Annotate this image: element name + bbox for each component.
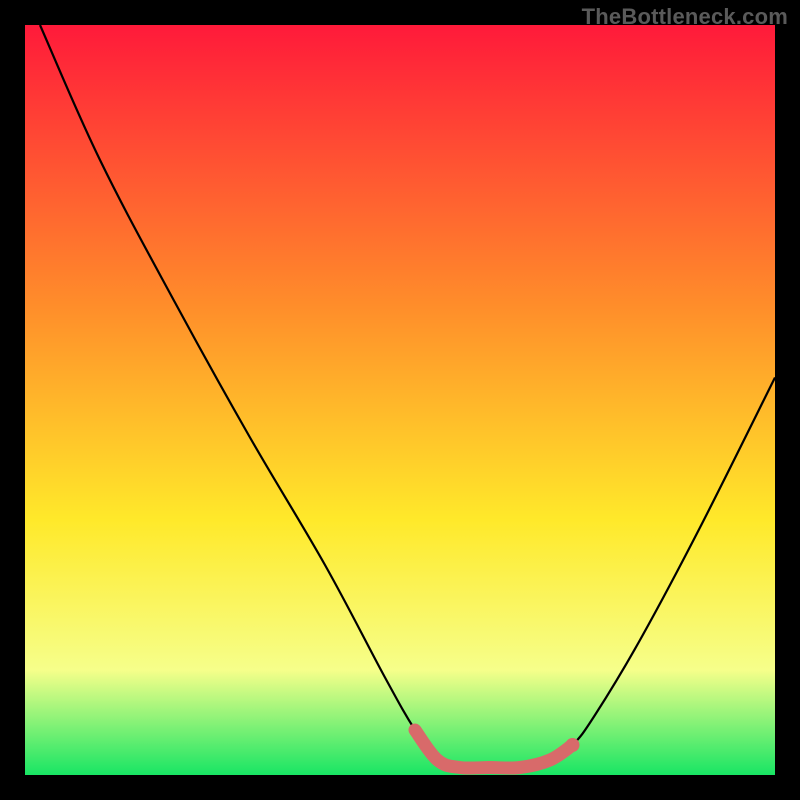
chart-frame: TheBottleneck.com xyxy=(0,0,800,800)
bottleneck-chart xyxy=(25,25,775,775)
gradient-background xyxy=(25,25,775,775)
plot-area xyxy=(25,25,775,775)
highlight-dot xyxy=(566,738,580,752)
